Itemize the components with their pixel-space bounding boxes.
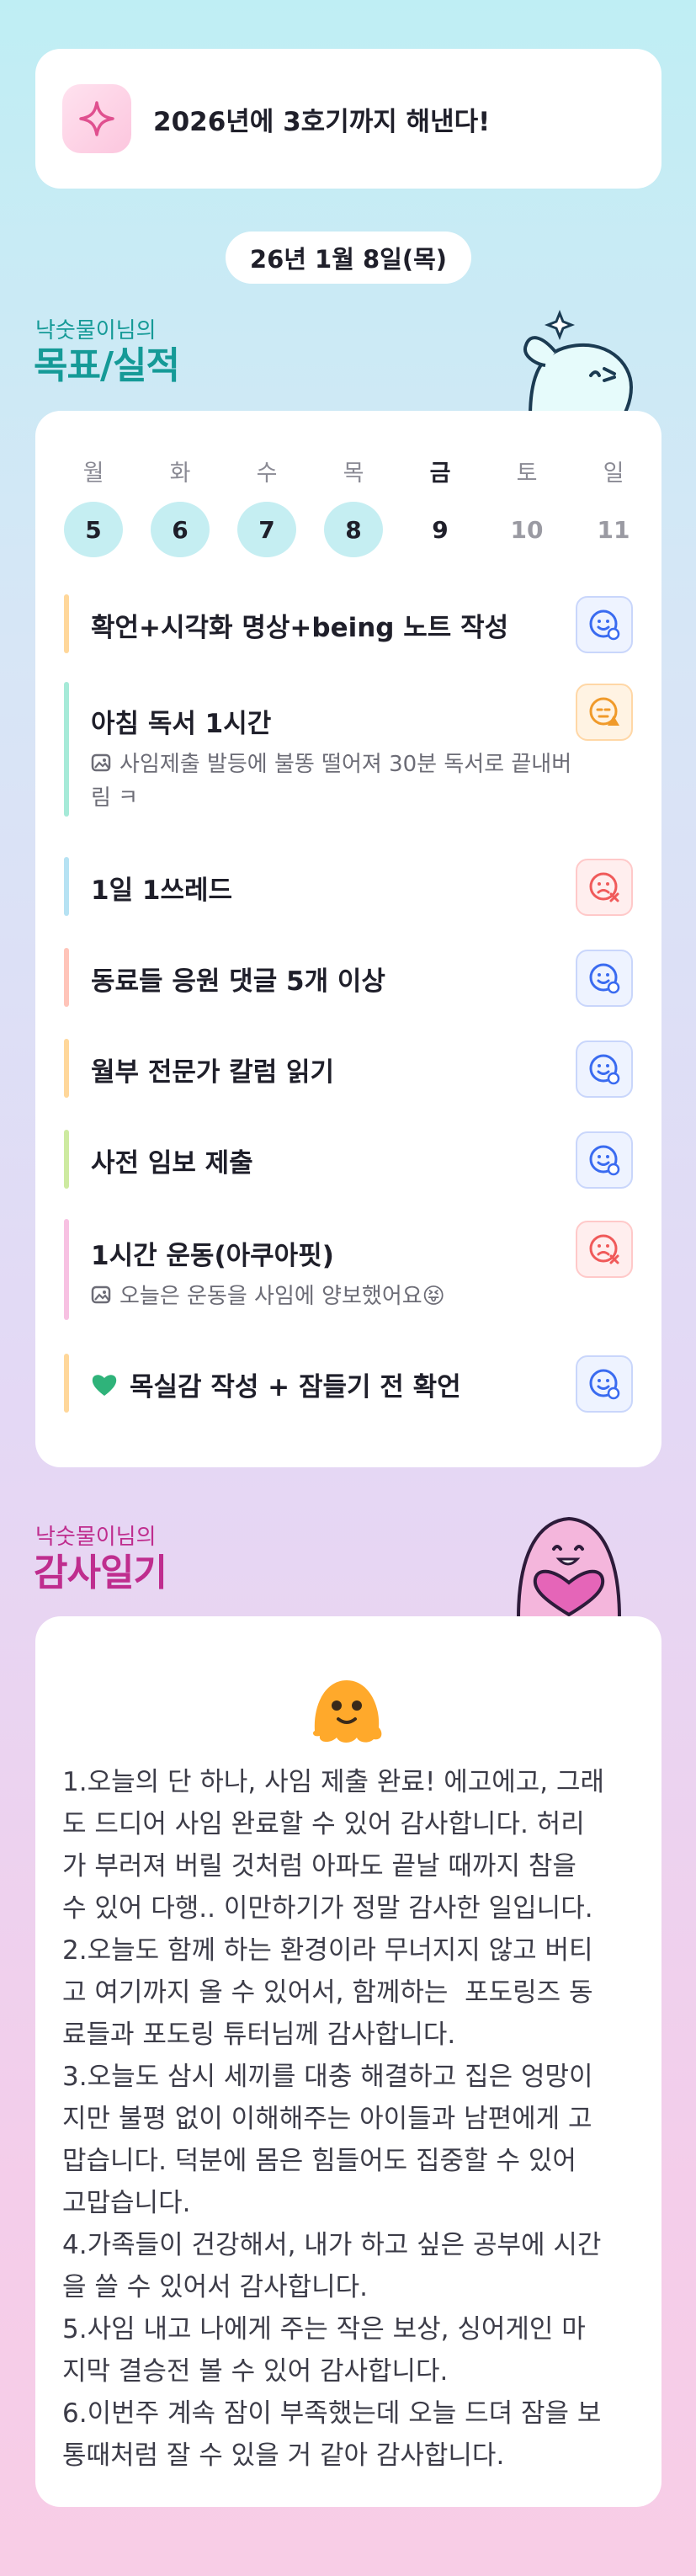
goals-section-title: 목표/실적	[34, 344, 180, 387]
goal-banner[interactable]: 2026년에 3호기까지 해낸다!	[35, 49, 661, 189]
goal-title: 확언+시각화 명상+being 노트 작성	[91, 613, 509, 643]
goal-row[interactable]: 목실감 작성 + 잠들기 전 확언	[64, 1354, 633, 1413]
smile-status-icon[interactable]	[576, 1041, 633, 1098]
weekday-label: 목	[343, 460, 364, 487]
day-10-button[interactable]: 10	[497, 502, 556, 557]
green-heart-icon	[92, 1375, 117, 1396]
smile-status-icon[interactable]	[576, 1131, 633, 1189]
heart-mascot-icon	[516, 1516, 622, 1618]
goal-row[interactable]: 1시간 운동(아쿠아핏) 오늘은 운동을 사임에 양보했어요😝	[64, 1219, 633, 1320]
weekday-label: 화	[169, 460, 191, 487]
warning-status-icon[interactable]	[576, 684, 633, 741]
diary-card: 1.오늘의 단 하나, 사임 제출 완료! 에고에고, 그래 도 드디어 사임 …	[35, 1616, 661, 2507]
goal-color-bar	[64, 857, 69, 916]
weekday-label: 금	[429, 460, 451, 487]
day-9-button[interactable]: 9	[411, 502, 470, 557]
goal-title: 사전 임보 제출	[91, 1148, 253, 1179]
goal-note: 오늘은 운동을 사임에 양보했어요😝	[91, 1280, 596, 1313]
goal-title: 월부 전문가 칼럼 읽기	[91, 1057, 335, 1088]
goal-color-bar	[64, 1354, 69, 1413]
goal-note: 사임제출 발등에 불똥 떨어져 30분 독서로 끝내버 림 ㅋ	[91, 748, 596, 815]
smile-status-icon[interactable]	[576, 596, 633, 653]
goal-note-text: 사임제출 발등에 불똥 떨어져 30분 독서로 끝내버 림 ㅋ	[91, 752, 572, 811]
goals-card: 월 화 수 목 금 토 일 5 6 7 8 9 10 11 확언+시각화 명상+…	[35, 411, 661, 1467]
weekday-label: 토	[516, 460, 538, 487]
goal-row[interactable]: 사전 임보 제출	[64, 1130, 633, 1189]
goal-title: 1일 1쓰레드	[91, 876, 233, 906]
fail-status-icon[interactable]	[576, 1221, 633, 1278]
day-7-button[interactable]: 7	[237, 502, 296, 557]
goal-note-text: 오늘은 운동을 사임에 양보했어요😝	[120, 1284, 445, 1309]
goal-title: 동료들 응원 댓글 5개 이상	[91, 966, 385, 997]
goal-title: 목실감 작성 + 잠들기 전 확언	[130, 1372, 461, 1402]
diary-section-title: 감사일기	[34, 1551, 167, 1594]
goal-row[interactable]: 동료들 응원 댓글 5개 이상	[64, 948, 633, 1007]
goal-row[interactable]: 1일 1쓰레드	[64, 857, 633, 916]
goal-color-bar	[64, 948, 69, 1007]
day-5-button[interactable]: 5	[64, 502, 123, 557]
goal-color-bar	[64, 1130, 69, 1189]
goal-banner-text: 2026년에 3호기까지 해낸다!	[153, 106, 491, 137]
weekday-label: 수	[256, 460, 278, 487]
goal-color-bar	[64, 1219, 69, 1320]
goal-color-bar	[64, 682, 69, 817]
goal-row[interactable]: 확언+시각화 명상+being 노트 작성	[64, 594, 633, 653]
weekday-label: 일	[603, 460, 624, 487]
fail-status-icon[interactable]	[576, 859, 633, 916]
weekday-label: 월	[82, 460, 104, 487]
day-6-button[interactable]: 6	[151, 502, 210, 557]
smile-status-icon[interactable]	[576, 950, 633, 1007]
image-note-icon	[91, 753, 111, 772]
smile-status-icon[interactable]	[576, 1355, 633, 1413]
date-label: 26년 1월 8일(목)	[226, 232, 471, 284]
goal-color-bar	[64, 594, 69, 653]
mascot-ghost-icon	[523, 309, 634, 417]
day-8-button[interactable]: 8	[324, 502, 383, 557]
sparkle-icon	[62, 84, 131, 153]
goal-title: 1시간 운동(아쿠아핏)	[91, 1241, 334, 1271]
goal-color-bar	[64, 1039, 69, 1098]
day-11-button[interactable]: 11	[584, 502, 643, 557]
goal-row[interactable]: 아침 독서 1시간 사임제출 발등에 불똥 떨어져 30분 독서로 끝내버 림 …	[64, 682, 633, 817]
melting-blob-emoji-icon	[313, 1680, 382, 1743]
goal-row[interactable]: 월부 전문가 칼럼 읽기	[64, 1039, 633, 1098]
diary-text: 1.오늘의 단 하나, 사임 제출 완료! 에고에고, 그래 도 드디어 사임 …	[62, 1767, 605, 2471]
image-note-icon	[91, 1285, 111, 1304]
goal-title: 아침 독서 1시간	[91, 709, 272, 739]
